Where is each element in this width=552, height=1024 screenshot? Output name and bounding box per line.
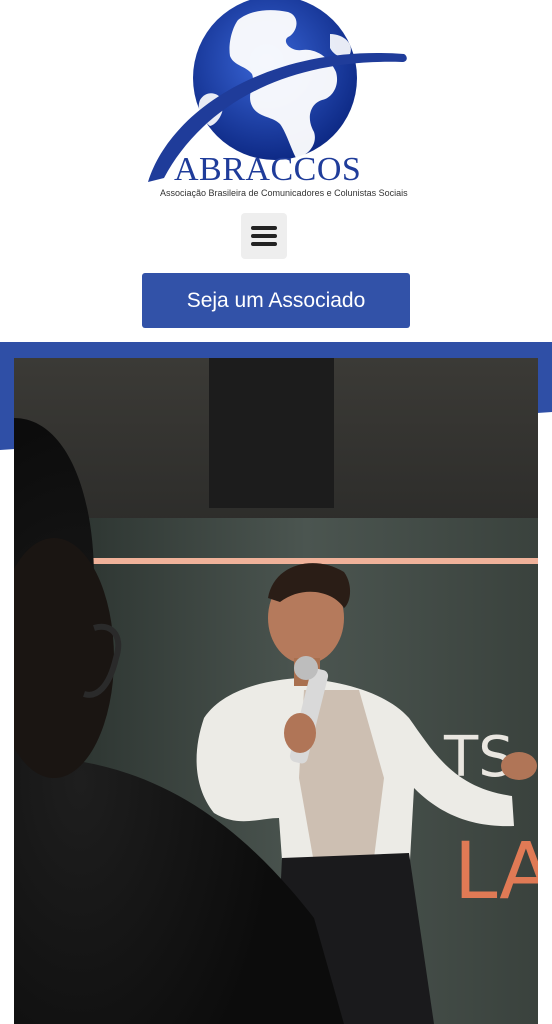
stage-text-line2: LA <box>454 827 538 917</box>
menu-button[interactable] <box>241 213 287 259</box>
hero-photo-speaker: TS LA <box>0 358 552 1024</box>
hamburger-menu-icon <box>251 222 277 250</box>
logo-tagline: Associação Brasileira de Comunicadores e… <box>160 188 408 198</box>
site-header: ABRACCOS Associação Brasileira de Comuni… <box>0 0 552 342</box>
hero-section: TS LA <box>0 342 552 1024</box>
join-cta-button[interactable]: Seja um Associado <box>142 273 410 328</box>
abraccos-logo[interactable]: ABRACCOS Associação Brasileira de Comuni… <box>140 0 412 205</box>
logo-wordmark: ABRACCOS <box>174 151 362 188</box>
